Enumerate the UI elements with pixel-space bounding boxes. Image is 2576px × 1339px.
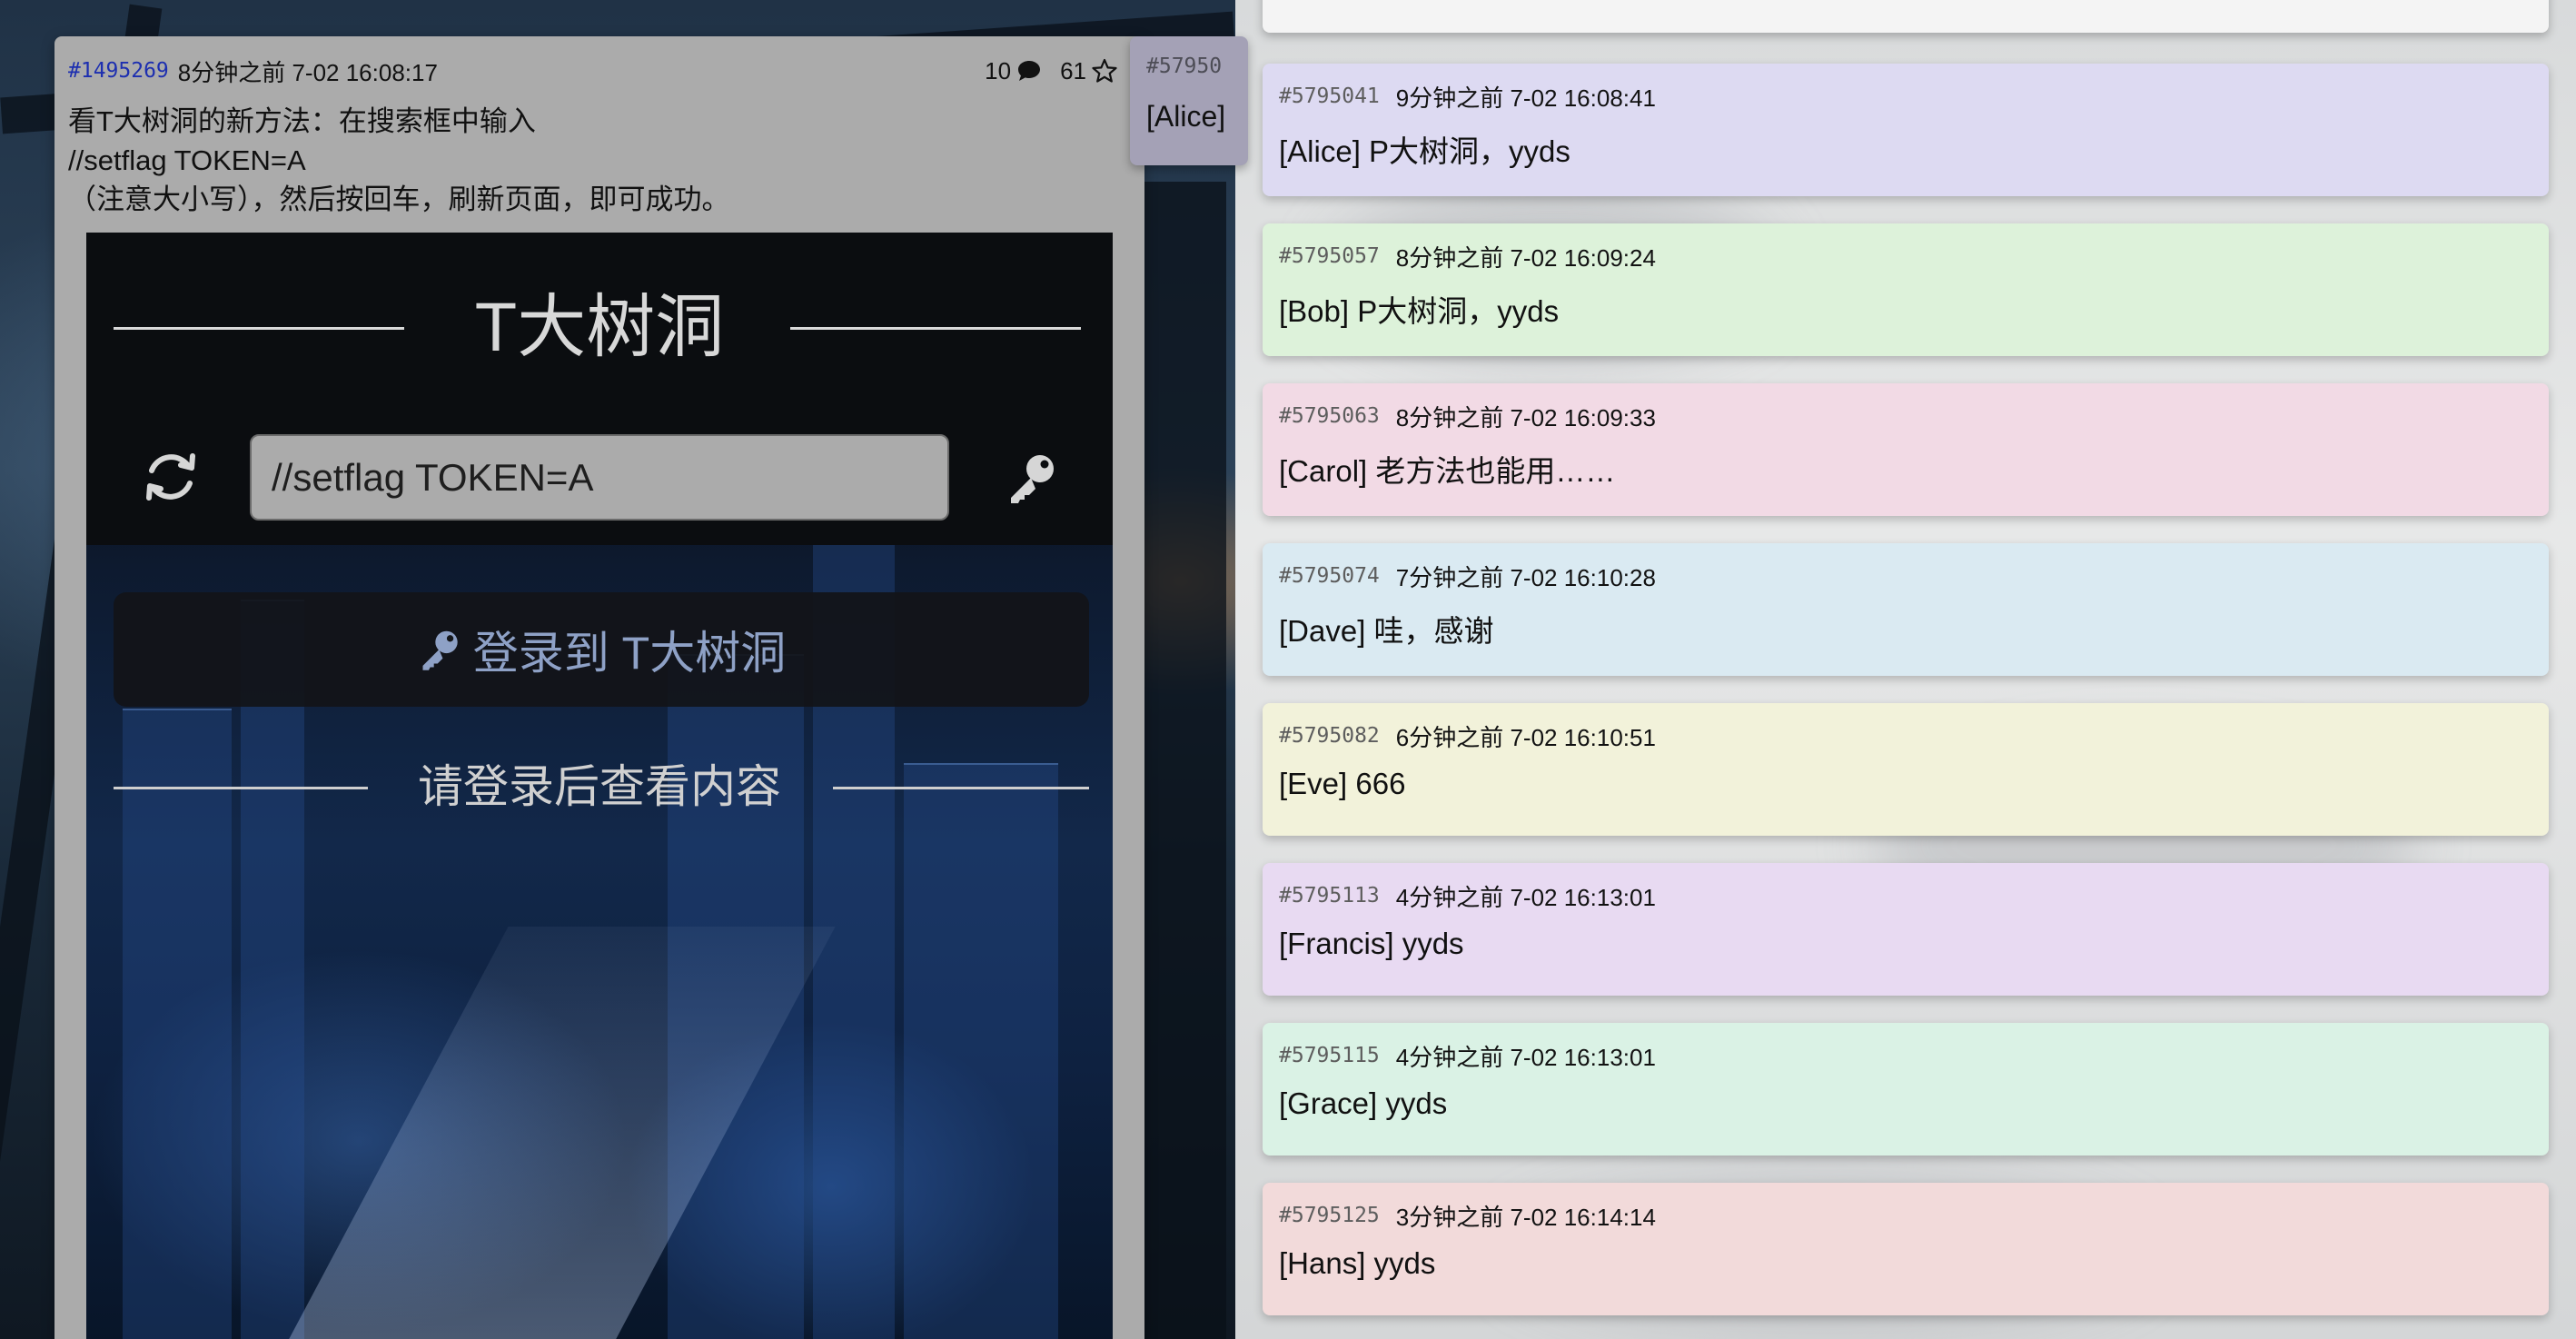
star-icon[interactable] [1092,58,1117,84]
embedded-login-hint-row: 请登录后查看内容 [86,723,1113,812]
key-icon [422,630,458,670]
comment-card[interactable]: #5795113 4分钟之前 7-02 16:13:01 [Francis] yyd… [1263,863,2549,996]
embedded-login-label: 登录到 T大树洞 [472,628,787,679]
comment-card[interactable]: #5795063 8分钟之前 7-02 16:09:33 [Carol] 老方法也能… [1263,383,2549,516]
comment-card[interactable]: #5795125 3分钟之前 7-02 16:14:14 [Hans] yyds [1263,1183,2549,1315]
post-content: 看T大树洞的新方法：在搜索框中输入 //setflag TOKEN=A （注意大… [68,102,1126,219]
post-id[interactable]: #1495269 [68,59,169,83]
comment-meta: #5795041 9分钟之前 7-02 16:08:41 [1279,78,1656,114]
post-line: //setflag TOKEN=A [68,144,306,176]
comment-text: [Carol] 老方法也能用…… [1279,454,1616,488]
comment-card[interactable]: #5795041 9分钟之前 7-02 16:08:41 [Alice] P大树洞，… [1263,64,2549,196]
post-stats: 10 61 [985,57,1117,85]
comment-id[interactable]: #5795074 [1279,564,1380,588]
comment-text: [Alice] P大树洞，yyds [1279,134,1570,168]
comment-time: 4分钟之前 7-02 16:13:01 [1395,883,1656,911]
key-icon [1011,455,1054,503]
embedded-login-button: 登录到 T大树洞 [114,592,1089,707]
comment-id[interactable]: #5795057 [1279,244,1380,268]
comment-text: [Dave] 哇，感谢 [1279,614,1494,648]
comment-meta: #5795074 7分钟之前 7-02 16:10:28 [1279,558,1656,594]
comment-card[interactable]: #5795082 6分钟之前 7-02 16:10:51 [Eve] 666 [1263,703,2549,836]
comment-meta: #5795115 4分钟之前 7-02 16:13:01 [1279,1037,1656,1074]
comment-id[interactable]: #5795063 [1279,404,1380,428]
comment-text: [Bob] P大树洞，yyds [1279,294,1560,328]
comment-id[interactable]: #5795041 [1279,84,1380,108]
comment-card[interactable]: #5795074 7分钟之前 7-02 16:10:28 [Dave] 哇，感谢 [1263,543,2549,676]
comment-card[interactable]: #5795115 4分钟之前 7-02 16:13:01 [Grace] yyds [1263,1023,2549,1156]
comment-id[interactable]: #5795115 [1279,1044,1380,1067]
comment-meta: #5795082 6分钟之前 7-02 16:10:51 [1279,718,1656,754]
reply-count: 10 [985,57,1042,85]
comment-id[interactable]: #5795125 [1279,1204,1380,1227]
post-time: 8分钟之前 7-02 16:08:17 [177,58,438,86]
comment-text: [Francis] yyds [1279,927,1464,960]
comment-meta: #5795125 3分钟之前 7-02 16:14:14 [1279,1197,1656,1234]
post-line: （注意大小写），然后按回车，刷新页面，即可成功。 [68,183,730,215]
comment-text: [Grace] yyds [1279,1086,1448,1120]
reply-count-value: 10 [985,56,1012,84]
comment-time: 6分钟之前 7-02 16:10:51 [1395,723,1656,751]
comment-time: 8分钟之前 7-02 16:09:33 [1395,403,1656,431]
refresh-icon [146,453,195,501]
comment-id[interactable]: #5795113 [1279,884,1380,908]
speech-bubble-icon [1018,61,1041,81]
comment-time: 8分钟之前 7-02 16:09:24 [1395,243,1656,272]
post-header: #1495269 8分钟之前 7-02 16:08:17 10 61 [68,53,1117,89]
comment-text: [Eve] 666 [1279,767,1406,800]
comment-text: [Hans] yyds [1279,1246,1436,1280]
embedded-search-input: //setflag TOKEN=A [250,434,949,521]
comment-id[interactable]: #5795082 [1279,724,1380,748]
post-line: 看T大树洞的新方法：在搜索框中输入 [68,105,536,137]
next-post-text: [Alice] [1146,100,1226,133]
previous-comment-card[interactable] [1263,0,2549,33]
comment-meta: #5795063 8分钟之前 7-02 16:09:33 [1279,398,1656,434]
like-count[interactable]: 61 [1060,57,1117,85]
embedded-title-row: T大树洞 [86,287,1113,369]
comment-meta: #5795113 4分钟之前 7-02 16:13:01 [1279,878,1656,914]
comment-meta: #5795057 8分钟之前 7-02 16:09:24 [1279,238,1656,274]
embedded-screenshot[interactable]: T大树洞 //setflag TOKEN=A 登录到 T大树洞 请登录后查看内容 [86,233,1113,1339]
comment-time: 4分钟之前 7-02 16:13:01 [1395,1043,1656,1071]
next-post-id: #57950 [1146,55,1223,78]
like-count-value: 61 [1060,56,1086,84]
next-post-card[interactable]: #57950 [Alice] [1130,36,1248,165]
comment-card[interactable]: #5795057 8分钟之前 7-02 16:09:24 [Bob] P大树洞，yy… [1263,223,2549,356]
comment-time: 7分钟之前 7-02 16:10:28 [1395,563,1656,591]
comment-time: 3分钟之前 7-02 16:14:14 [1395,1203,1656,1231]
comment-time: 9分钟之前 7-02 16:08:41 [1395,84,1656,112]
flow-post-card[interactable]: #1495269 8分钟之前 7-02 16:08:17 10 61 看T大树洞… [54,36,1144,1339]
comment-list[interactable]: #5795041 9分钟之前 7-02 16:08:41 [Alice] P大树洞，… [1263,0,2549,1339]
